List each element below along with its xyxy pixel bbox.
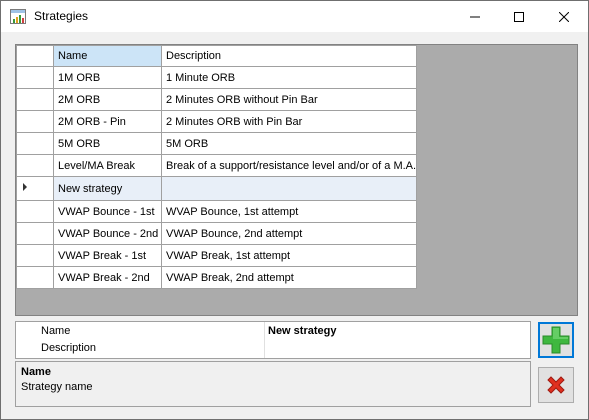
cell-description[interactable]: 1 Minute ORB (160, 66, 418, 89)
table-row[interactable]: New strategy (16, 176, 418, 201)
property-label: Name (41, 325, 71, 337)
x-icon (547, 376, 565, 394)
maximize-button[interactable] (497, 1, 541, 32)
triangle-right-icon (23, 183, 27, 191)
row-header[interactable] (16, 222, 54, 245)
cell-description[interactable]: Break of a support/resistance level and/… (160, 154, 418, 177)
grid-corner-header[interactable] (16, 45, 54, 67)
cell-description[interactable]: VWAP Break, 1st attempt (160, 244, 418, 267)
cell-description[interactable]: 2 Minutes ORB with Pin Bar (160, 110, 418, 133)
row-header[interactable] (16, 200, 54, 223)
cell-name[interactable]: VWAP Break - 2nd (53, 266, 162, 289)
strategies-window: Strategies Name Description 1M ORB 1 Minu… (0, 0, 589, 420)
cell-description[interactable]: VWAP Break, 2nd attempt (160, 266, 418, 289)
maximize-icon (514, 11, 524, 22)
cell-description[interactable]: WVAP Bounce, 1st attempt (160, 200, 418, 223)
cell-name[interactable]: 2M ORB - Pin (53, 110, 162, 133)
delete-strategy-button[interactable] (538, 367, 574, 403)
minimize-button[interactable] (453, 1, 497, 32)
window-title: Strategies (34, 9, 89, 23)
minimize-icon (470, 16, 480, 17)
help-description: Strategy name (21, 381, 93, 393)
property-help-box: Name Strategy name (15, 361, 531, 407)
cell-name[interactable]: VWAP Break - 1st (53, 244, 162, 267)
cell-name[interactable]: 2M ORB (53, 88, 162, 111)
table-row[interactable]: 2M ORB 2 Minutes ORB without Pin Bar (16, 88, 418, 111)
cell-name[interactable]: Level/MA Break (53, 154, 162, 177)
strategies-grid[interactable]: Name Description 1M ORB 1 Minute ORB 2M OR… (15, 44, 578, 316)
table-row[interactable]: VWAP Bounce - 2nd VWAP Bounce, 2nd attemp… (16, 222, 418, 245)
cell-description[interactable]: 2 Minutes ORB without Pin Bar (160, 88, 418, 111)
row-header[interactable] (16, 154, 54, 177)
help-title: Name (21, 366, 51, 378)
table-row[interactable]: 5M ORB 5M ORB (16, 132, 418, 155)
cell-name[interactable]: New strategy (53, 176, 162, 201)
row-header[interactable] (16, 244, 54, 267)
plus-icon (542, 326, 570, 354)
column-header-description[interactable]: Description (160, 45, 418, 67)
cell-description[interactable] (160, 176, 418, 201)
cell-name[interactable]: 1M ORB (53, 66, 162, 89)
property-row-name[interactable]: Name New strategy (16, 323, 530, 340)
cell-name[interactable]: VWAP Bounce - 2nd (53, 222, 162, 245)
table-row[interactable]: VWAP Break - 2nd VWAP Break, 2nd attempt (16, 266, 418, 289)
table-row[interactable]: VWAP Break - 1st VWAP Break, 1st attempt (16, 244, 418, 267)
row-header[interactable] (16, 176, 54, 201)
add-strategy-button[interactable] (538, 322, 574, 358)
close-button[interactable] (542, 1, 586, 32)
property-value[interactable]: New strategy (268, 325, 336, 337)
table-row[interactable]: Level/MA Break Break of a support/resista… (16, 154, 418, 177)
property-label: Description (41, 342, 97, 354)
row-header[interactable] (16, 132, 54, 155)
cell-description[interactable]: 5M ORB (160, 132, 418, 155)
row-header[interactable] (16, 266, 54, 289)
close-icon (559, 11, 569, 22)
table-row[interactable]: 2M ORB - Pin 2 Minutes ORB with Pin Bar (16, 110, 418, 133)
cell-name[interactable]: VWAP Bounce - 1st (53, 200, 162, 223)
row-header[interactable] (16, 66, 54, 89)
cell-name[interactable]: 5M ORB (53, 132, 162, 155)
property-grid[interactable]: Name New strategy Description (15, 321, 531, 359)
app-icon (10, 9, 26, 24)
row-header[interactable] (16, 88, 54, 111)
property-row-description[interactable]: Description (16, 340, 530, 357)
row-header[interactable] (16, 110, 54, 133)
column-header-name[interactable]: Name (53, 45, 162, 67)
cell-description[interactable]: VWAP Bounce, 2nd attempt (160, 222, 418, 245)
table-row[interactable]: 1M ORB 1 Minute ORB (16, 66, 418, 89)
table-row[interactable]: VWAP Bounce - 1st WVAP Bounce, 1st attemp… (16, 200, 418, 223)
title-bar[interactable]: Strategies (1, 1, 588, 32)
